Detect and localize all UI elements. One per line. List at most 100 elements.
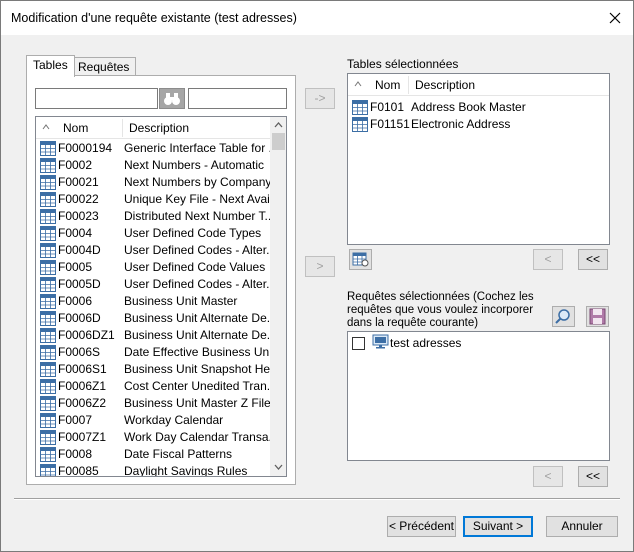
- selected-queries-list[interactable]: test adresses: [347, 331, 610, 461]
- table-row[interactable]: F0006S1 Business Unit Snapshot He...: [36, 361, 286, 378]
- remove-query-button[interactable]: <: [533, 466, 563, 487]
- table-row[interactable]: F0006S Date Effective Business Un...: [36, 344, 286, 361]
- table-row[interactable]: F00021 Next Numbers by Company...: [36, 174, 286, 191]
- table-icon: [40, 413, 56, 428]
- tab-requetes[interactable]: Requêtes: [71, 57, 137, 77]
- table-description: Next Numbers - Automatic: [124, 158, 265, 172]
- table-name: F0000194: [58, 141, 113, 155]
- sort-up-icon[interactable]: [42, 123, 50, 131]
- tab-tables[interactable]: Tables: [26, 55, 75, 77]
- table-icon: [40, 430, 56, 445]
- selected-tables-label: Tables sélectionnées: [347, 57, 459, 71]
- table-row[interactable]: F0006 Business Unit Master: [36, 293, 286, 310]
- table-properties-button[interactable]: [349, 249, 372, 270]
- column-header-description[interactable]: Description: [415, 78, 475, 92]
- table-description: User Defined Codes - Alter...: [124, 277, 270, 291]
- search-input-right[interactable]: [188, 88, 287, 109]
- table-icon: [40, 226, 56, 241]
- table-icon: [40, 447, 56, 462]
- table-row[interactable]: F0006Z1 Cost Center Unedited Tran...: [36, 378, 286, 395]
- table-description: Business Unit Master: [124, 294, 238, 308]
- query-save-button[interactable]: [586, 306, 609, 327]
- search-button[interactable]: [159, 88, 185, 109]
- sort-up-icon[interactable]: [354, 80, 362, 88]
- table-description: Business Unit Alternate De...: [124, 311, 270, 325]
- table-description: Workday Calendar: [124, 413, 224, 427]
- window-title: Modification d'une requête existante (te…: [11, 11, 297, 25]
- remove-all-tables-button[interactable]: <<: [578, 249, 608, 270]
- table-row[interactable]: F00023 Distributed Next Number T...: [36, 208, 286, 225]
- table-name: F0006D: [58, 311, 101, 325]
- column-header-description[interactable]: Description: [129, 121, 189, 135]
- table-row[interactable]: F0000194 Generic Interface Table for ...: [36, 140, 286, 157]
- remove-all-queries-button[interactable]: <<: [578, 466, 608, 487]
- table-icon: [40, 362, 56, 377]
- table-name: F00085: [58, 464, 99, 477]
- table-name: F0008: [58, 447, 93, 461]
- table-row[interactable]: F01151 Electronic Address: [348, 116, 609, 133]
- table-row[interactable]: F0006D Business Unit Alternate De...: [36, 310, 286, 327]
- table-row[interactable]: F0004 User Defined Code Types: [36, 225, 286, 242]
- column-header-nom[interactable]: Nom: [375, 78, 400, 92]
- table-name: F01151: [370, 117, 410, 131]
- search-input-left[interactable]: [35, 88, 158, 109]
- table-row[interactable]: F0101 Address Book Master: [348, 99, 609, 116]
- table-icon: [40, 158, 56, 173]
- table-description: User Defined Code Types: [124, 226, 262, 240]
- table-row[interactable]: F0008 Date Fiscal Patterns: [36, 446, 286, 463]
- table-row[interactable]: F00085 Daylight Savings Rules: [36, 463, 286, 477]
- move-query-right-button[interactable]: >: [305, 256, 335, 277]
- table-description: Daylight Savings Rules: [124, 464, 248, 477]
- table-name: F0101: [370, 100, 405, 114]
- table-name: F00023: [58, 209, 99, 223]
- table-icon: [40, 260, 56, 275]
- scroll-up-icon[interactable]: [274, 121, 283, 129]
- query-search-button[interactable]: [552, 306, 575, 327]
- table-row[interactable]: F0004D User Defined Codes - Alter...: [36, 242, 286, 259]
- scroll-thumb[interactable]: [272, 133, 285, 150]
- table-description: Electronic Address: [411, 117, 511, 131]
- table-description: User Defined Codes - Alter...: [124, 243, 270, 257]
- save-icon: [589, 308, 606, 325]
- table-name: F00022: [58, 192, 99, 206]
- next-button[interactable]: Suivant >: [463, 516, 533, 537]
- table-row[interactable]: F0005D User Defined Codes - Alter...: [36, 276, 286, 293]
- magnifier-icon: [555, 309, 570, 324]
- table-icon: [40, 396, 56, 411]
- table-icon: [40, 209, 56, 224]
- table-description: Distributed Next Number T...: [124, 209, 270, 223]
- tables-list[interactable]: Nom Description F0000194 Generic Interfac…: [35, 116, 287, 477]
- table-row[interactable]: F0005 User Defined Code Values: [36, 259, 286, 276]
- selected-tables-list[interactable]: Nom Description F0101 Address Book Master…: [347, 73, 610, 245]
- table-row[interactable]: F0007 Workday Calendar: [36, 412, 286, 429]
- table-icon: [40, 328, 56, 343]
- table-description: Unique Key File - Next Avai...: [124, 192, 270, 206]
- close-icon[interactable]: [603, 6, 627, 30]
- table-icon: [40, 294, 56, 309]
- table-description: Cost Center Unedited Tran...: [124, 379, 270, 393]
- table-icon: [40, 379, 56, 394]
- remove-table-button[interactable]: <: [533, 249, 563, 270]
- move-right-button[interactable]: ->: [305, 88, 335, 109]
- table-row[interactable]: F0007Z1 Work Day Calendar Transa...: [36, 429, 286, 446]
- table-description: User Defined Code Values: [124, 260, 266, 274]
- table-icon: [352, 117, 368, 132]
- table-row[interactable]: F0006Z2 Business Unit Master Z File: [36, 395, 286, 412]
- query-checkbox[interactable]: [352, 337, 365, 350]
- previous-button[interactable]: < Précédent: [387, 516, 456, 537]
- table-row[interactable]: F00022 Unique Key File - Next Avai...: [36, 191, 286, 208]
- table-row[interactable]: F0006DZ1 Business Unit Alternate De...: [36, 327, 286, 344]
- column-header-nom[interactable]: Nom: [63, 121, 88, 135]
- table-icon: [40, 345, 56, 360]
- table-icon: [40, 192, 56, 207]
- table-name: F0005D: [58, 277, 101, 291]
- table-icon: [40, 464, 56, 476]
- tables-scrollbar[interactable]: [270, 117, 286, 476]
- scroll-down-icon[interactable]: [274, 463, 283, 471]
- table-name: F0002: [58, 158, 93, 172]
- table-icon: [40, 243, 56, 258]
- query-item-label[interactable]: test adresses: [390, 336, 461, 350]
- table-row[interactable]: F0002 Next Numbers - Automatic: [36, 157, 286, 174]
- table-description: Next Numbers by Company...: [124, 175, 270, 189]
- cancel-button[interactable]: Annuler: [546, 516, 618, 537]
